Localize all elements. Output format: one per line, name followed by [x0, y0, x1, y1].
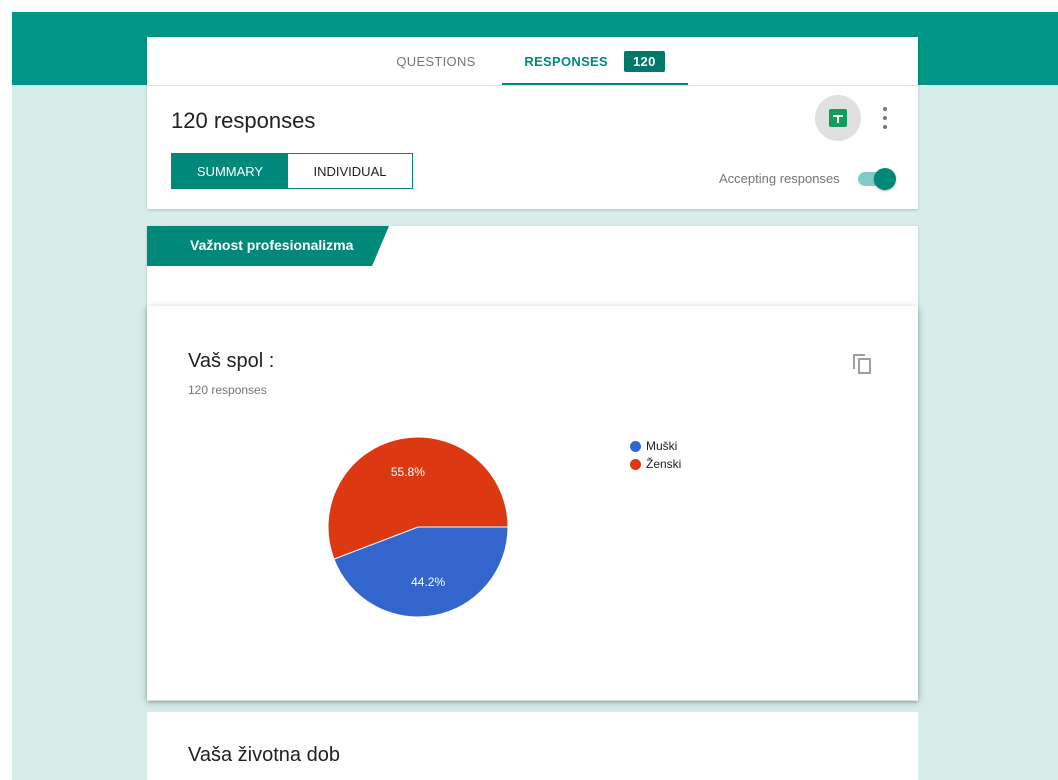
next-question-title: Vaša životna dob	[188, 744, 340, 766]
legend-label-1: Ženski	[646, 457, 682, 471]
pie-data-label-1: 55.8%	[391, 465, 425, 479]
responses-count-badge: 120	[624, 50, 665, 72]
legend-label-0: Muški	[646, 439, 678, 453]
summary-label: SUMMARY	[196, 163, 264, 179]
create-spreadsheet-button[interactable]	[815, 95, 861, 141]
more-options-button[interactable]	[877, 105, 893, 131]
tab-responses[interactable]: RESPONSES 120	[502, 37, 687, 85]
question-card: Vaš spol : 120 responses 44.2% 55.8% Mušk…	[147, 306, 918, 700]
legend-item-0: Muški	[630, 437, 681, 455]
legend-swatch-1	[630, 458, 641, 470]
tab-bar: QUESTIONS RESPONSES 120	[147, 37, 918, 86]
responses-title: 120 responses	[171, 108, 316, 133]
more-vert-icon-dot	[883, 124, 887, 129]
pie-chart: 44.2% 55.8%	[327, 436, 509, 618]
accepting-responses-label: Accepting responses	[719, 171, 840, 186]
section-title: Važnost profesionalizma	[190, 237, 354, 253]
tab-questions[interactable]: QUESTIONS	[371, 37, 501, 85]
more-vert-icon-dot	[883, 115, 887, 120]
responses-header-card: QUESTIONS RESPONSES 120 120 responses SU…	[147, 37, 918, 209]
legend-swatch-0	[630, 440, 641, 452]
legend-item-1: Ženski	[630, 455, 681, 473]
more-vert-icon	[883, 107, 887, 112]
summary-button[interactable]: SUMMARY	[172, 154, 288, 188]
tab-responses-label: RESPONSES	[524, 53, 609, 69]
sheets-icon	[829, 109, 847, 127]
toggle-knob	[874, 168, 896, 190]
chart-legend: Muški Ženski	[630, 437, 681, 473]
active-tab-indicator	[502, 83, 688, 85]
individual-label: INDIVIDUAL	[313, 163, 387, 179]
accepting-responses-toggle[interactable]	[856, 167, 896, 190]
next-question-card: Vaša životna dob	[147, 712, 918, 780]
individual-button[interactable]: INDIVIDUAL	[288, 154, 412, 188]
tab-questions-label: QUESTIONS	[396, 53, 476, 69]
pie-data-label-0: 44.2%	[411, 575, 445, 589]
section-banner: Važnost profesionalizma	[147, 226, 389, 266]
view-toggle: SUMMARY INDIVIDUAL	[171, 153, 413, 189]
